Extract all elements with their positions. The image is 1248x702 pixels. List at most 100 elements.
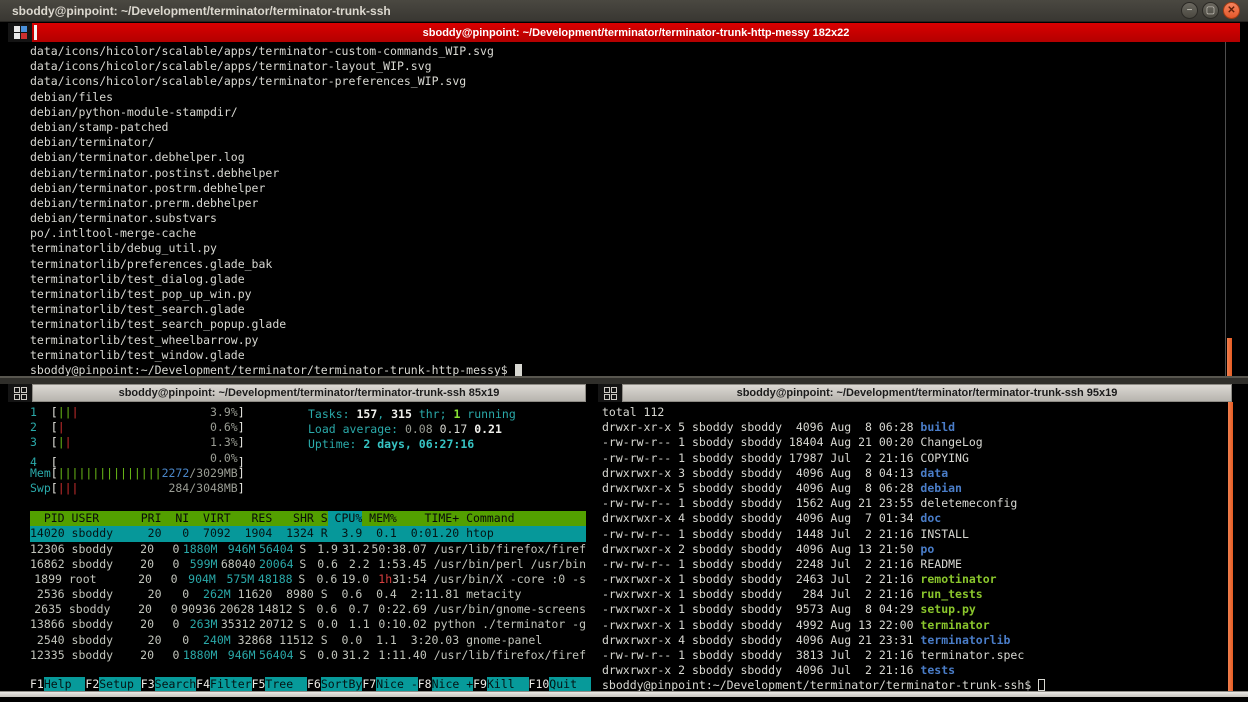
htop-meters-block: 1[|||3.9%]2[|0.6%]3[||1.3%]4[0.0%] Mem[|… bbox=[30, 405, 586, 496]
process-row[interactable]: 2635 sboddy 20 0 90936 20628 14812 S 0.6… bbox=[30, 602, 586, 617]
top-terminal-scrollbar[interactable] bbox=[1225, 42, 1231, 376]
file-row: -rwxrwxr-x 1 sboddy sboddy 9573 Aug 8 04… bbox=[602, 602, 1226, 617]
column-header-virt[interactable]: VIRT bbox=[189, 511, 231, 526]
right-pane-title: sboddy@pinpoint: ~/Development/terminato… bbox=[737, 387, 1118, 399]
htop-function-key-bar: F1HelpF2SetupF3SearchF4FilterF5TreeF6Sor… bbox=[30, 677, 586, 692]
terminal-line: terminatorlib/test_window.glade bbox=[30, 348, 1224, 363]
function-key-button[interactable]: F7Nice - bbox=[362, 677, 417, 692]
column-header-ni[interactable]: NI bbox=[162, 511, 190, 526]
terminal-line: terminatorlib/test_search.glade bbox=[30, 302, 1224, 317]
process-row[interactable]: 12306 sboddy 20 0 1880M 946M 56404 S 1.9… bbox=[30, 542, 586, 557]
top-pane-titlebar[interactable]: sboddy@pinpoint: ~/Development/terminato… bbox=[8, 23, 1240, 42]
htop-info-block: Tasks: 157, 315 thr; 1 running Load aver… bbox=[308, 407, 516, 453]
uptime-line: Uptime: 2 days, 06:27:16 bbox=[308, 437, 516, 452]
terminal-line: data/icons/hicolor/scalable/apps/termina… bbox=[30, 59, 1224, 74]
terminal-line: debian/python-module-stampdir/ bbox=[30, 105, 1224, 120]
process-row[interactable]: 16862 sboddy 20 0 599M 68040 20064 S 0.6… bbox=[30, 557, 586, 572]
top-terminal[interactable]: data/icons/hicolor/scalable/apps/termina… bbox=[8, 42, 1224, 376]
minimize-button[interactable]: − bbox=[1181, 2, 1198, 19]
terminal-line: terminatorlib/debug_util.py bbox=[30, 241, 1224, 256]
maximize-button[interactable]: ▢ bbox=[1202, 2, 1219, 19]
top-pane-title: sboddy@pinpoint: ~/Development/terminato… bbox=[423, 27, 850, 39]
close-button[interactable]: ✕ bbox=[1223, 2, 1240, 19]
function-key-button[interactable]: F9Kill bbox=[473, 677, 528, 692]
terminal-line: terminatorlib/preferences.glade_bak bbox=[30, 257, 1224, 272]
file-row: drwxrwxr-x 5 sboddy sboddy 4096 Aug 8 06… bbox=[602, 481, 1226, 496]
column-header-mem[interactable]: MEM% bbox=[362, 511, 397, 526]
function-key-button[interactable]: F10Quit bbox=[529, 677, 591, 692]
terminal-line: debian/terminator.postinst.debhelper bbox=[30, 166, 1224, 181]
process-row[interactable]: 13866 sboddy 20 0 263M 35312 20712 S 0.0… bbox=[30, 617, 586, 632]
grabber-grid-icon bbox=[14, 387, 27, 400]
window-title: sboddy@pinpoint: ~/Development/terminato… bbox=[12, 4, 391, 18]
right-pane-title-area[interactable]: sboddy@pinpoint: ~/Development/terminato… bbox=[622, 384, 1232, 402]
terminal-line: po/.intltool-merge-cache bbox=[30, 226, 1224, 241]
file-row: drwxrwxr-x 3 sboddy sboddy 4096 Aug 8 04… bbox=[602, 466, 1226, 481]
column-header-shr[interactable]: SHR bbox=[272, 511, 314, 526]
prompt-text: sboddy@pinpoint:~/Development/terminator… bbox=[30, 363, 515, 377]
terminal-line: terminatorlib/test_pop_up_win.py bbox=[30, 287, 1224, 302]
pane-grabber-button[interactable] bbox=[8, 384, 32, 402]
column-header-res[interactable]: RES bbox=[231, 511, 273, 526]
tasks-line: Tasks: 157, 315 thr; 1 running bbox=[308, 407, 516, 422]
right-terminal-scrollbar[interactable] bbox=[1228, 402, 1233, 692]
window-titlebar[interactable]: sboddy@pinpoint: ~/Development/terminato… bbox=[0, 0, 1248, 22]
function-key-button[interactable]: F6SortBy bbox=[307, 677, 362, 692]
function-key-button[interactable]: F2Setup bbox=[85, 677, 140, 692]
column-header-command[interactable]: Command bbox=[466, 511, 514, 526]
terminal-line: debian/terminator/ bbox=[30, 135, 1224, 150]
file-row: -rwxrwxr-x 1 sboddy sboddy 284 Jul 2 21:… bbox=[602, 587, 1226, 602]
function-key-button[interactable]: F5Tree bbox=[252, 677, 307, 692]
file-row: -rw-rw-r-- 1 sboddy sboddy 1448 Jul 2 21… bbox=[602, 527, 1226, 542]
terminal-line: debian/stamp-patched bbox=[30, 120, 1224, 135]
process-row[interactable]: 1899 root 20 0 904M 575M 48188 S 0.6 19.… bbox=[30, 572, 586, 587]
terminal-line: terminatorlib/test_wheelbarrow.py bbox=[30, 333, 1224, 348]
function-key-button[interactable]: F1Help bbox=[30, 677, 85, 692]
left-pane-title-area[interactable]: sboddy@pinpoint: ~/Development/terminato… bbox=[32, 384, 586, 402]
right-pane-titlebar[interactable]: sboddy@pinpoint: ~/Development/terminato… bbox=[598, 384, 1232, 402]
file-row: drwxrwxr-x 4 sboddy sboddy 4096 Aug 21 2… bbox=[602, 633, 1226, 648]
total-line: total 112 bbox=[602, 405, 1226, 420]
ls-terminal[interactable]: total 112 drwxr-xr-x 5 sboddy sboddy 409… bbox=[598, 402, 1226, 692]
left-pane-title: sboddy@pinpoint: ~/Development/terminato… bbox=[119, 387, 500, 399]
horizontal-splitter[interactable] bbox=[0, 376, 1248, 384]
column-header-pid[interactable]: PID bbox=[30, 511, 65, 526]
htop-terminal[interactable]: 1[|||3.9%]2[|0.6%]3[||1.3%]4[0.0%] Mem[|… bbox=[8, 402, 586, 692]
terminator-grabber-icon bbox=[14, 26, 27, 39]
file-row: -rw-rw-r-- 1 sboddy sboddy 3813 Jul 2 21… bbox=[602, 648, 1226, 663]
text-cursor-unfocused bbox=[1038, 679, 1045, 691]
swap-meter: Swp[|||284/3048MB] bbox=[30, 481, 586, 496]
pane-grabber-button[interactable] bbox=[598, 384, 622, 402]
column-header-cpu-sorted[interactable]: CPU% bbox=[328, 511, 363, 526]
terminal-line: debian/files bbox=[30, 90, 1224, 105]
file-row: drwxrwxr-x 2 sboddy sboddy 4096 Aug 13 2… bbox=[602, 542, 1226, 557]
left-pane-titlebar[interactable]: sboddy@pinpoint: ~/Development/terminato… bbox=[8, 384, 586, 402]
process-row[interactable]: 2536 sboddy 20 0 262M 11620 8980 S 0.6 0… bbox=[30, 587, 586, 602]
terminal-line: data/icons/hicolor/scalable/apps/termina… bbox=[30, 74, 1224, 89]
file-row: drwxrwxr-x 4 sboddy sboddy 4096 Aug 7 01… bbox=[602, 511, 1226, 526]
column-header-time[interactable]: TIME+ bbox=[397, 511, 459, 526]
function-key-button[interactable]: F4Filter bbox=[196, 677, 251, 692]
function-key-button[interactable]: F8Nice + bbox=[418, 677, 473, 692]
top-pane-title-area[interactable]: sboddy@pinpoint: ~/Development/terminato… bbox=[32, 23, 1240, 42]
htop-table-header[interactable]: PID USER PRI NI VIRT RES SHR S CPU% MEM%… bbox=[30, 511, 586, 526]
column-header-user[interactable]: USER bbox=[72, 511, 134, 526]
file-row: -rw-rw-r-- 1 sboddy sboddy 17987 Jul 2 2… bbox=[602, 451, 1226, 466]
process-row[interactable]: 12335 sboddy 20 0 1880M 946M 56404 S 0.0… bbox=[30, 648, 586, 663]
function-key-button[interactable]: F3Search bbox=[141, 677, 196, 692]
terminal-line: debian/terminator.substvars bbox=[30, 211, 1224, 226]
terminal-line: terminatorlib/test_search_popup.glade bbox=[30, 317, 1224, 332]
window-controls: − ▢ ✕ bbox=[1181, 2, 1240, 19]
load-average-line: Load average: 0.08 0.17 0.21 bbox=[308, 422, 516, 437]
column-header-s[interactable]: S bbox=[314, 511, 328, 526]
process-row[interactable]: 14020 sboddy 20 0 7092 1904 1324 R 3.9 0… bbox=[30, 526, 586, 541]
scrollbar-thumb[interactable] bbox=[1227, 338, 1232, 376]
cpu-meter: 4[0.0%] bbox=[30, 451, 586, 466]
window-bottom-edge[interactable] bbox=[0, 691, 1248, 697]
column-header-pri[interactable]: PRI bbox=[134, 511, 162, 526]
file-row: drwxr-xr-x 5 sboddy sboddy 4096 Aug 8 06… bbox=[602, 420, 1226, 435]
file-row: drwxrwxr-x 2 sboddy sboddy 4096 Jul 2 21… bbox=[602, 663, 1226, 678]
file-row: -rwxrwxr-x 1 sboddy sboddy 2463 Jul 2 21… bbox=[602, 572, 1226, 587]
pane-grabber-button[interactable] bbox=[8, 23, 32, 42]
process-row[interactable]: 2540 sboddy 20 0 240M 32868 11512 S 0.0 … bbox=[30, 633, 586, 648]
